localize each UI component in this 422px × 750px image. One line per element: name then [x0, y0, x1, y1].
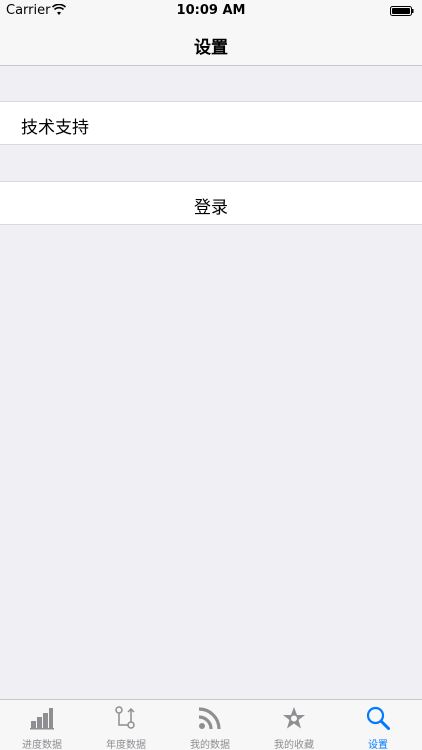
tab-label: 我的收藏	[274, 740, 314, 750]
tab-label: 我的数据	[190, 740, 230, 750]
tech-support-cell[interactable]: 技术支持	[0, 101, 422, 145]
clock: 10:09 AM	[176, 3, 246, 18]
tab-label: 年度数据	[106, 740, 146, 750]
tech-support-label: 技术支持	[21, 118, 89, 138]
rss-feed-icon	[198, 707, 221, 730]
login-button[interactable]: 登录	[0, 181, 422, 225]
page-title: 设置	[194, 38, 228, 58]
search-icon	[366, 706, 390, 730]
tab-label: 设置	[368, 740, 388, 750]
tab-annual-data[interactable]: 年度数据	[84, 700, 168, 750]
tab-settings[interactable]: 设置	[336, 700, 420, 750]
tab-bar: 进度数据 年度数据 我的数据 我的收藏 设置	[0, 699, 422, 750]
bar-chart-icon	[30, 708, 54, 730]
tab-my-data[interactable]: 我的数据	[168, 700, 252, 750]
battery-icon	[390, 6, 414, 16]
compare-arrows-icon	[115, 706, 135, 729]
tab-my-favorites[interactable]: 我的收藏	[252, 700, 336, 750]
screen: Carrier 10:09 AM 设置 技术支持 登录 进度数据 年度数据 我的…	[0, 0, 422, 750]
tab-label: 进度数据	[22, 740, 62, 750]
tab-progress-data[interactable]: 进度数据	[0, 700, 84, 750]
navigation-bar: 设置	[0, 22, 422, 66]
login-label: 登录	[194, 198, 228, 218]
status-bar: Carrier 10:09 AM	[0, 0, 422, 22]
star-icon	[283, 707, 305, 729]
